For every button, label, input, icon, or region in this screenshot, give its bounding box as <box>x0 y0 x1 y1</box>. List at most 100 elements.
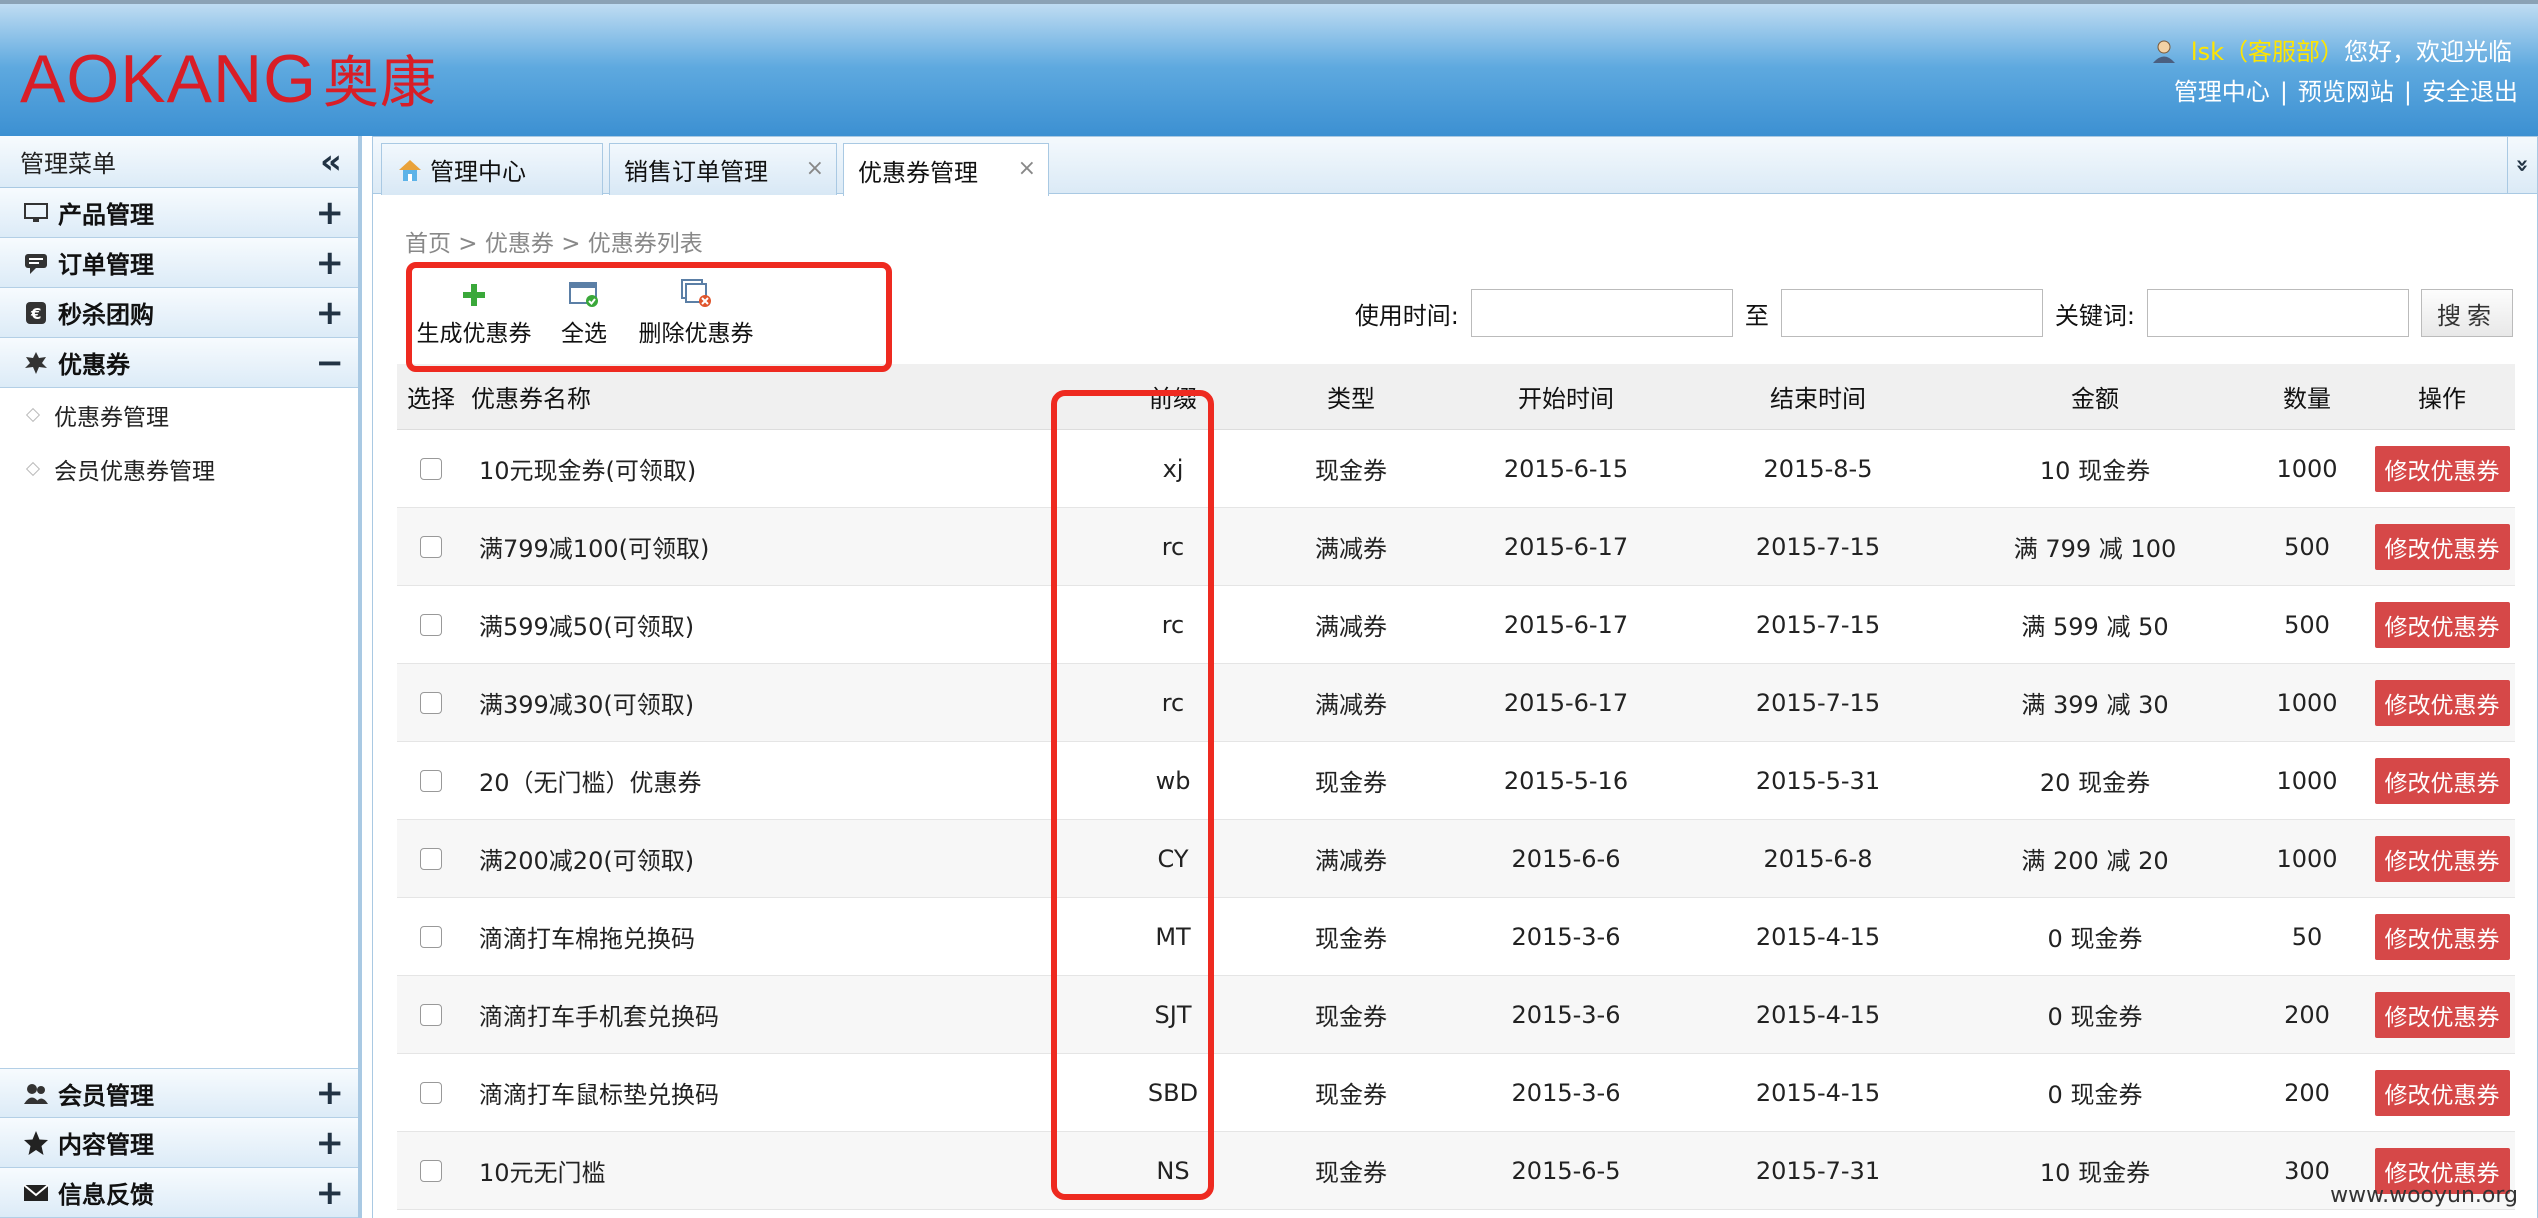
coupon-quantity: 300 <box>2284 1156 2330 1185</box>
sidebar-group-coupon[interactable]: 优惠券 − <box>0 338 358 388</box>
keyword-label: 关键词: <box>2054 301 2135 330</box>
collapse-group-icon[interactable]: − <box>316 346 345 380</box>
col-header: 类型 <box>1327 385 1375 413</box>
row-checkbox[interactable] <box>420 1159 442 1182</box>
link-logout[interactable]: 安全退出 <box>2422 78 2518 106</box>
edit-coupon-button[interactable]: 修改优惠券 <box>2374 835 2510 882</box>
to-label: 至 <box>1744 301 1769 330</box>
expand-icon[interactable]: + <box>316 1176 345 1210</box>
link-admin-center[interactable]: 管理中心 <box>2174 78 2270 106</box>
close-icon[interactable]: × <box>1018 156 1036 181</box>
row-checkbox[interactable] <box>420 925 442 948</box>
tab-sales-order[interactable]: 销售订单管理 × <box>609 143 837 195</box>
table-row: 满399减30(可领取) rc 满减券 2015-6-17 2015-7-15 … <box>397 664 2515 742</box>
edit-coupon-button[interactable]: 修改优惠券 <box>2374 601 2510 648</box>
highlight-box-prefix-column <box>1051 390 1214 1200</box>
coupon-amount: 0 现金券 <box>2047 925 2143 953</box>
edit-coupon-button[interactable]: 修改优惠券 <box>2374 991 2510 1038</box>
coupon-amount: 满 200 减 20 <box>2021 847 2169 875</box>
tab-label: 销售订单管理 <box>624 158 768 186</box>
edit-coupon-button[interactable]: 修改优惠券 <box>2374 679 2510 726</box>
sidebar-group-content[interactable]: 内容管理 + <box>0 1118 358 1168</box>
user-icon <box>2153 40 2176 63</box>
start-time: 2015-3-6 <box>1511 922 1621 951</box>
sidebar-header: 管理菜单 « <box>0 136 358 188</box>
coupon-name: 满399减30(可领取) <box>479 691 695 719</box>
table-row: 满599减50(可领取) rc 满减券 2015-6-17 2015-7-15 … <box>397 586 2515 664</box>
start-time: 2015-3-6 <box>1511 1000 1621 1029</box>
coupon-quantity: 1000 <box>2276 454 2338 483</box>
row-checkbox[interactable] <box>420 1081 442 1104</box>
row-checkbox[interactable] <box>420 1003 442 1026</box>
start-time: 2015-6-6 <box>1511 844 1621 873</box>
sidebar-group-order[interactable]: 订单管理 + <box>0 238 358 288</box>
coupon-amount: 0 现金券 <box>2047 1003 2143 1031</box>
logo-text: AOKANG <box>20 41 317 117</box>
sidebar-item-member-coupon[interactable]: 会员优惠券管理 <box>0 442 358 496</box>
search-button[interactable]: 搜索 <box>2421 289 2513 337</box>
tab-coupon-management[interactable]: 优惠券管理 × <box>843 143 1049 196</box>
coupon-type: 现金券 <box>1315 457 1387 485</box>
close-icon[interactable]: × <box>806 156 824 181</box>
coupon-type: 现金券 <box>1315 1081 1387 1109</box>
coupon-amount: 10 现金券 <box>2039 457 2151 485</box>
table-row: 10元无门槛 NS 现金券 2015-6-5 2015-7-31 10 现金券 … <box>397 1132 2515 1210</box>
col-header: 优惠券名称 <box>471 385 591 413</box>
expand-icon[interactable]: + <box>316 1126 345 1160</box>
link-preview-site[interactable]: 预览网站 <box>2298 78 2394 106</box>
table-header: 选择 优惠券名称 前缀 类型 开始时间 结束时间 金额 数量 操作 <box>397 364 2515 430</box>
expand-icon[interactable]: + <box>316 246 345 280</box>
end-time: 2015-4-15 <box>1755 1000 1881 1029</box>
row-checkbox[interactable] <box>420 769 442 792</box>
expand-icon[interactable]: + <box>316 1076 345 1110</box>
row-checkbox[interactable] <box>420 457 442 480</box>
start-date-input[interactable] <box>1470 289 1733 337</box>
coupon-type: 满减券 <box>1315 847 1387 875</box>
sidebar-item-coupon-management[interactable]: 优惠券管理 <box>0 388 358 442</box>
coupon-name: 20（无门槛）优惠券 <box>479 769 702 797</box>
end-date-input[interactable] <box>1780 289 2043 337</box>
row-checkbox[interactable] <box>420 613 442 636</box>
coupon-amount: 10 现金券 <box>2039 1159 2151 1187</box>
row-checkbox[interactable] <box>420 535 442 558</box>
edit-coupon-button[interactable]: 修改优惠券 <box>2374 445 2510 492</box>
row-checkbox[interactable] <box>420 847 442 870</box>
header-bar: AOKANG 奥康 lsk（客服部）您好，欢迎光临 管理中心 | 预览网站 | 安全退出 <box>0 0 2538 136</box>
sidebar-group-product[interactable]: 产品管理 + <box>0 188 358 238</box>
col-header: 数量 <box>2283 385 2331 413</box>
keyword-input[interactable] <box>2147 289 2409 337</box>
chevron-double-down-icon[interactable]: » <box>2507 137 2537 193</box>
highlight-box-toolbar <box>406 262 892 372</box>
header-links: 管理中心 | 预览网站 | 安全退出 <box>2174 72 2518 107</box>
collapse-icon[interactable]: « <box>320 142 342 182</box>
expand-icon[interactable]: + <box>316 196 345 230</box>
start-time: 2015-6-17 <box>1503 532 1629 561</box>
coupon-amount: 20 现金券 <box>2039 769 2151 797</box>
coupon-type: 现金券 <box>1315 1003 1387 1031</box>
tab-admin-center[interactable]: 管理中心 <box>381 143 603 195</box>
mail-icon <box>23 1183 49 1201</box>
sidebar-group-member[interactable]: 会员管理 + <box>0 1068 358 1118</box>
sidebar-group-feedback[interactable]: 信息反馈 + <box>0 1168 358 1218</box>
edit-coupon-button[interactable]: 修改优惠券 <box>2374 757 2510 804</box>
watermark: www.wooyun.org <box>2330 1183 2518 1208</box>
edit-coupon-button[interactable]: 修改优惠券 <box>2374 523 2510 570</box>
row-checkbox[interactable] <box>420 691 442 714</box>
expand-icon[interactable]: + <box>316 296 345 330</box>
start-time: 2015-6-15 <box>1503 454 1629 483</box>
coupon-name: 10元无门槛 <box>479 1159 606 1187</box>
tab-more-glyph: » <box>2510 157 2535 173</box>
coupon-amount: 满 399 减 30 <box>2021 691 2169 719</box>
coupon-quantity: 50 <box>2291 922 2323 951</box>
coupon-name: 滴滴打车棉拖兑换码 <box>479 925 695 953</box>
start-time: 2015-6-5 <box>1511 1156 1621 1185</box>
coupon-quantity: 200 <box>2284 1078 2330 1107</box>
edit-coupon-button[interactable]: 修改优惠券 <box>2374 1069 2510 1116</box>
sidebar-group-flash-sale[interactable]: € 秒杀团购 + <box>0 288 358 338</box>
user-name[interactable]: lsk（客服部） <box>2191 38 2344 66</box>
coupon-type: 现金券 <box>1315 925 1387 953</box>
edit-coupon-button[interactable]: 修改优惠券 <box>2374 913 2510 960</box>
end-time: 2015-7-15 <box>1755 610 1881 639</box>
coupon-amount: 满 799 减 100 <box>2013 535 2177 563</box>
end-time: 2015-7-15 <box>1755 532 1881 561</box>
